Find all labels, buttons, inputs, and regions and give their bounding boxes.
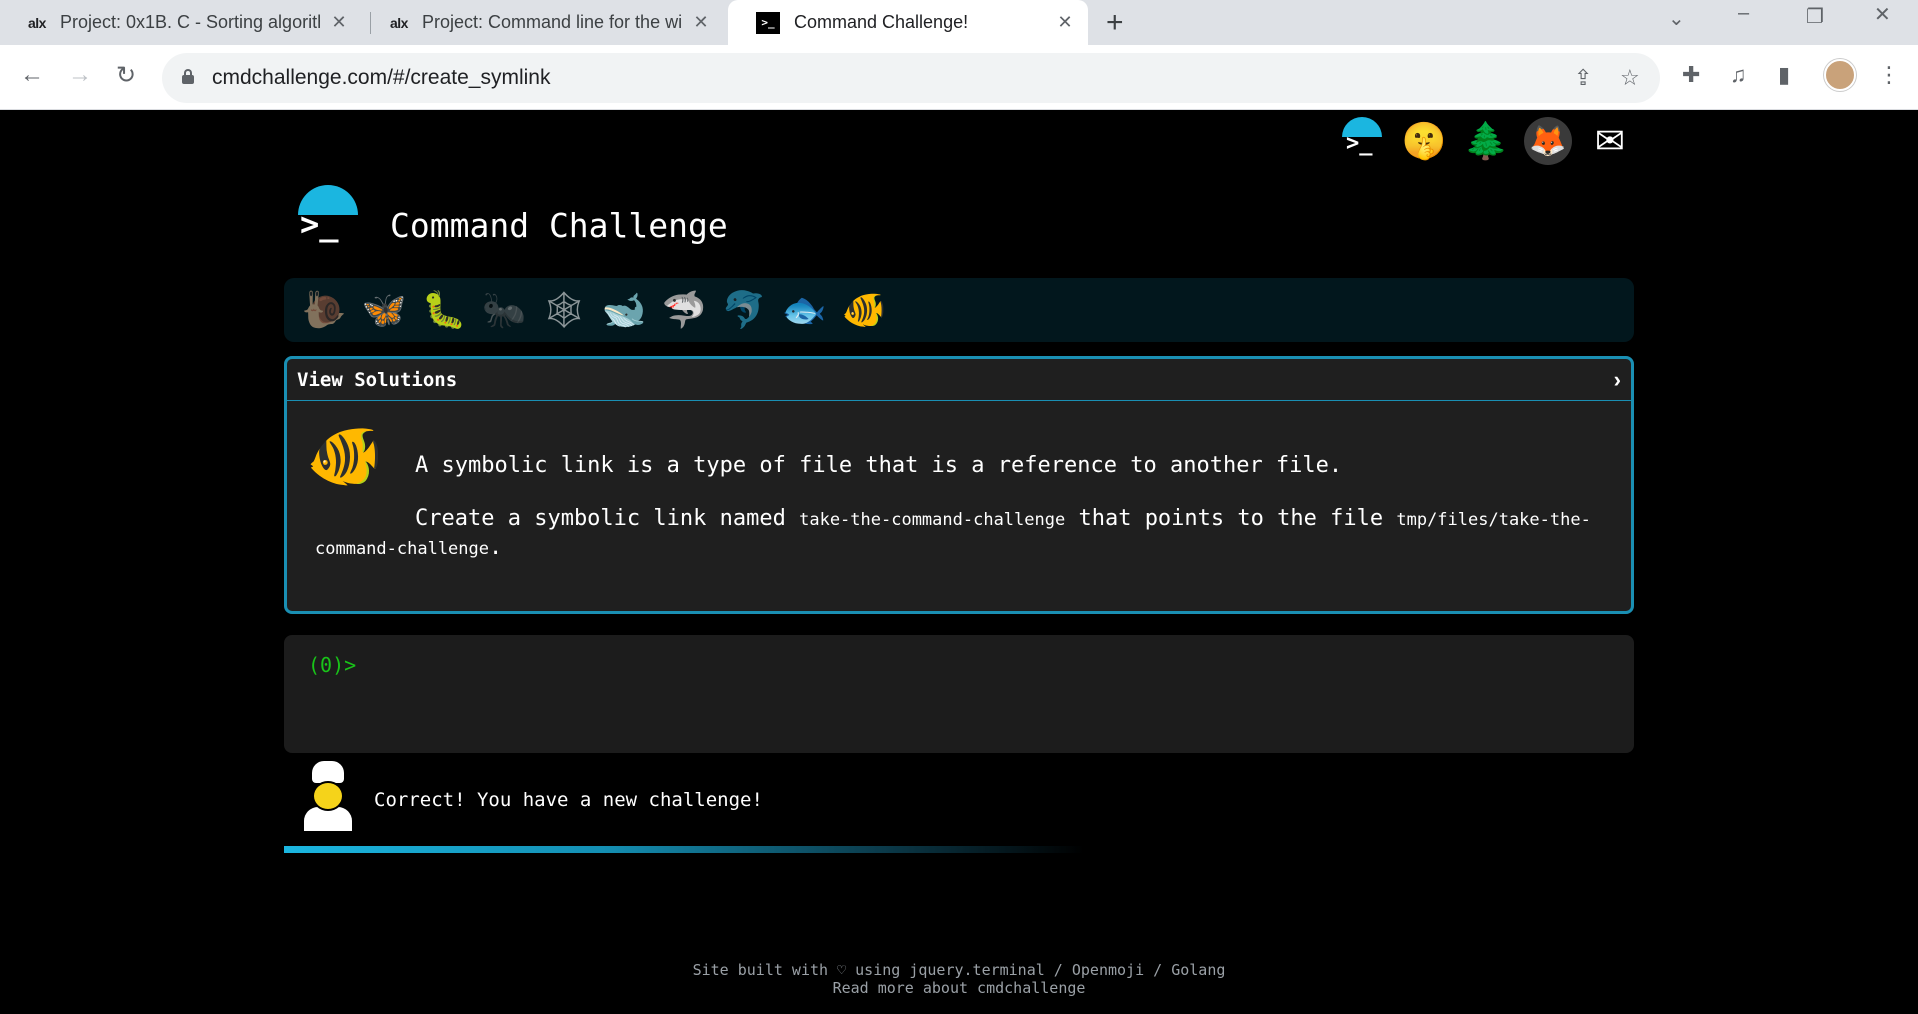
new-tab-button[interactable]: + <box>1106 6 1124 40</box>
footer-about-link[interactable]: Read more about cmdchallenge <box>0 979 1918 997</box>
tab-command-challenge[interactable]: >_ Command Challenge! ✕ <box>728 0 1088 45</box>
challenge-task: Create a symbolic link named take-the-co… <box>315 505 1605 563</box>
minimize-icon[interactable]: – <box>1738 2 1749 25</box>
reload-icon[interactable]: ↻ <box>116 61 136 90</box>
whale-icon[interactable]: 🐋 <box>594 280 654 340</box>
task-text: Create a symbolic link named <box>415 506 800 531</box>
window-close-icon[interactable]: ✕ <box>1874 2 1891 27</box>
challenge-intro: A symbolic link is a type of file that i… <box>415 453 1343 478</box>
caterpillar-icon[interactable]: 🐛 <box>414 280 474 340</box>
tropical-fish-icon[interactable]: 🐠 <box>834 280 894 340</box>
browser-toolbar: ← → ↻ cmdchallenge.com/#/create_symlink … <box>0 45 1918 110</box>
address-bar[interactable]: cmdchallenge.com/#/create_symlink ⇪ ☆ <box>162 53 1660 103</box>
footer-credits[interactable]: Site built with ♡ using jquery.terminal … <box>0 961 1918 979</box>
progress-bar <box>284 846 1084 853</box>
profile-avatar[interactable] <box>1824 59 1856 91</box>
tab-search-icon[interactable]: ⌄ <box>1668 6 1685 31</box>
envelope-icon[interactable]: ✉ <box>1586 117 1634 165</box>
snail-icon[interactable]: 🐌 <box>294 280 354 340</box>
close-icon[interactable]: ✕ <box>330 12 348 33</box>
tab-command-line[interactable]: alx Project: Command line for the wi ✕ <box>362 0 724 45</box>
task-text: that points to the file <box>1065 506 1397 531</box>
top-nav-icons: >_ 🤫 🌲 🦊 ✉ <box>1338 117 1634 165</box>
close-icon[interactable]: ✕ <box>692 12 710 33</box>
shushing-face-icon[interactable]: 🤫 <box>1400 117 1448 165</box>
view-solutions-header[interactable]: View Solutions › <box>287 359 1631 401</box>
spider-web-icon[interactable]: 🕸 <box>534 280 594 340</box>
fish-icon[interactable]: 🐟 <box>774 280 834 340</box>
close-icon[interactable]: ✕ <box>1056 12 1074 33</box>
page-content: >_ 🤫 🌲 🦊 ✉ >_ Command Challenge 🐌 🦋 🐛 🐜 … <box>0 111 1918 1014</box>
butterfly-icon[interactable]: 🦋 <box>354 280 414 340</box>
challenge-description: 🐠 A symbolic link is a type of file that… <box>287 401 1631 561</box>
side-panel-icon[interactable]: ▮ <box>1778 62 1790 88</box>
media-control-icon[interactable]: ♫ <box>1730 62 1747 88</box>
tab-strip: alx Project: 0x1B. C - Sorting algorith … <box>0 0 1918 45</box>
view-solutions-label[interactable]: View Solutions <box>297 369 457 391</box>
dolphin-icon[interactable]: 🐬 <box>714 280 774 340</box>
chevron-right-icon[interactable]: › <box>1614 367 1621 393</box>
restore-icon[interactable]: ❐ <box>1806 4 1824 29</box>
gitlab-icon[interactable]: 🦊 <box>1524 117 1572 165</box>
site-footer: Site built with ♡ using jquery.terminal … <box>0 961 1918 997</box>
terminal-input[interactable]: (0)> <box>284 635 1634 753</box>
ant-icon[interactable]: 🐜 <box>474 280 534 340</box>
terminal-logo-icon[interactable]: >_ <box>296 185 360 249</box>
tab-sorting-algorithms[interactable]: alx Project: 0x1B. C - Sorting algorith … <box>0 0 362 45</box>
terminal-prompt: (0)> <box>308 653 357 677</box>
tab-title: Project: Command line for the wi <box>421 12 682 32</box>
feedback-message: Correct! You have a new challenge! <box>300 761 763 831</box>
terminal-logo-icon[interactable]: >_ <box>1338 117 1386 165</box>
alx-favicon-icon: alx <box>28 14 46 31</box>
task-text: . <box>489 535 503 560</box>
site-title: Command Challenge <box>390 205 728 245</box>
feedback-text: Correct! You have a new challenge! <box>374 789 763 811</box>
tab-title: Command Challenge! <box>794 12 969 32</box>
site-header: >_ Command Challenge <box>296 185 728 249</box>
terminal-icon: >_ <box>756 11 780 34</box>
chef-icon <box>300 761 356 831</box>
forward-icon[interactable]: → <box>68 61 92 89</box>
share-icon[interactable]: ⇪ <box>1574 65 1592 91</box>
bookmark-star-icon[interactable]: ☆ <box>1620 65 1640 91</box>
symlink-name: take-the-command-challenge <box>799 510 1066 530</box>
tab-title: Project: 0x1B. C - Sorting algorith <box>59 12 320 32</box>
challenge-panel: View Solutions › 🐠 A symbolic link is a … <box>284 356 1634 614</box>
level-icons-bar: 🐌 🦋 🐛 🐜 🕸 🐋 🦈 🐬 🐟 🐠 <box>284 278 1634 342</box>
lock-icon[interactable] <box>182 69 194 84</box>
alx-favicon-icon: alx <box>390 14 408 31</box>
shark-icon[interactable]: 🦈 <box>654 280 714 340</box>
menu-icon[interactable]: ⋮ <box>1878 62 1900 88</box>
tree-icon[interactable]: 🌲 <box>1462 117 1510 165</box>
tropical-fish-icon: 🐠 <box>306 421 384 491</box>
url-text[interactable]: cmdchallenge.com/#/create_symlink <box>212 66 550 90</box>
extensions-icon[interactable]: ✚ <box>1682 62 1700 88</box>
back-icon[interactable]: ← <box>20 61 44 89</box>
